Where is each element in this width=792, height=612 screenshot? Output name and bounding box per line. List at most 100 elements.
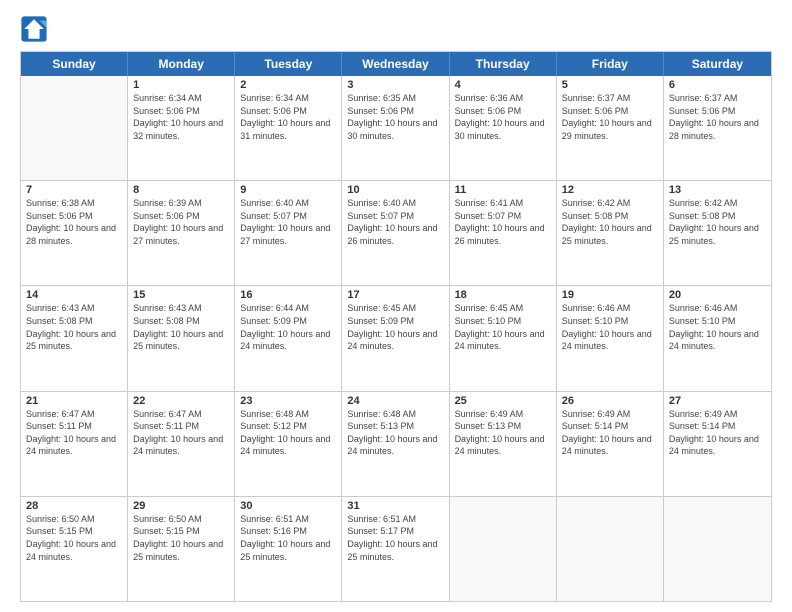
calendar-cell: 23Sunrise: 6:48 AMSunset: 5:12 PMDayligh… bbox=[235, 392, 342, 496]
cell-info: Sunrise: 6:41 AMSunset: 5:07 PMDaylight:… bbox=[455, 197, 551, 247]
calendar-row: 1Sunrise: 6:34 AMSunset: 5:06 PMDaylight… bbox=[21, 76, 771, 181]
cell-info: Sunrise: 6:36 AMSunset: 5:06 PMDaylight:… bbox=[455, 92, 551, 142]
cell-info: Sunrise: 6:42 AMSunset: 5:08 PMDaylight:… bbox=[562, 197, 658, 247]
day-number: 13 bbox=[669, 184, 766, 196]
day-number: 10 bbox=[347, 184, 443, 196]
calendar-cell: 9Sunrise: 6:40 AMSunset: 5:07 PMDaylight… bbox=[235, 181, 342, 285]
cell-info: Sunrise: 6:47 AMSunset: 5:11 PMDaylight:… bbox=[26, 408, 122, 458]
calendar-cell: 13Sunrise: 6:42 AMSunset: 5:08 PMDayligh… bbox=[664, 181, 771, 285]
cell-info: Sunrise: 6:44 AMSunset: 5:09 PMDaylight:… bbox=[240, 302, 336, 352]
cal-header-cell: Friday bbox=[557, 52, 664, 76]
cell-info: Sunrise: 6:45 AMSunset: 5:09 PMDaylight:… bbox=[347, 302, 443, 352]
day-number: 17 bbox=[347, 289, 443, 301]
cell-info: Sunrise: 6:40 AMSunset: 5:07 PMDaylight:… bbox=[347, 197, 443, 247]
day-number: 16 bbox=[240, 289, 336, 301]
cal-header-cell: Sunday bbox=[21, 52, 128, 76]
calendar-cell: 30Sunrise: 6:51 AMSunset: 5:16 PMDayligh… bbox=[235, 497, 342, 601]
cell-info: Sunrise: 6:34 AMSunset: 5:06 PMDaylight:… bbox=[133, 92, 229, 142]
day-number: 2 bbox=[240, 79, 336, 91]
cell-info: Sunrise: 6:39 AMSunset: 5:06 PMDaylight:… bbox=[133, 197, 229, 247]
header bbox=[20, 15, 772, 43]
cell-info: Sunrise: 6:51 AMSunset: 5:16 PMDaylight:… bbox=[240, 513, 336, 563]
cell-info: Sunrise: 6:43 AMSunset: 5:08 PMDaylight:… bbox=[26, 302, 122, 352]
day-number: 4 bbox=[455, 79, 551, 91]
calendar-cell: 15Sunrise: 6:43 AMSunset: 5:08 PMDayligh… bbox=[128, 286, 235, 390]
day-number: 24 bbox=[347, 395, 443, 407]
calendar-cell bbox=[21, 76, 128, 180]
calendar-cell: 31Sunrise: 6:51 AMSunset: 5:17 PMDayligh… bbox=[342, 497, 449, 601]
day-number: 21 bbox=[26, 395, 122, 407]
calendar-cell: 20Sunrise: 6:46 AMSunset: 5:10 PMDayligh… bbox=[664, 286, 771, 390]
calendar-cell: 28Sunrise: 6:50 AMSunset: 5:15 PMDayligh… bbox=[21, 497, 128, 601]
cal-header-cell: Thursday bbox=[450, 52, 557, 76]
day-number: 27 bbox=[669, 395, 766, 407]
cell-info: Sunrise: 6:50 AMSunset: 5:15 PMDaylight:… bbox=[133, 513, 229, 563]
day-number: 8 bbox=[133, 184, 229, 196]
day-number: 12 bbox=[562, 184, 658, 196]
calendar-cell bbox=[557, 497, 664, 601]
cell-info: Sunrise: 6:35 AMSunset: 5:06 PMDaylight:… bbox=[347, 92, 443, 142]
calendar-body: 1Sunrise: 6:34 AMSunset: 5:06 PMDaylight… bbox=[21, 76, 771, 601]
day-number: 28 bbox=[26, 500, 122, 512]
cal-header-cell: Saturday bbox=[664, 52, 771, 76]
cell-info: Sunrise: 6:43 AMSunset: 5:08 PMDaylight:… bbox=[133, 302, 229, 352]
day-number: 11 bbox=[455, 184, 551, 196]
day-number: 9 bbox=[240, 184, 336, 196]
calendar-cell: 4Sunrise: 6:36 AMSunset: 5:06 PMDaylight… bbox=[450, 76, 557, 180]
cell-info: Sunrise: 6:49 AMSunset: 5:13 PMDaylight:… bbox=[455, 408, 551, 458]
cell-info: Sunrise: 6:48 AMSunset: 5:13 PMDaylight:… bbox=[347, 408, 443, 458]
day-number: 3 bbox=[347, 79, 443, 91]
calendar-cell bbox=[450, 497, 557, 601]
calendar-cell: 2Sunrise: 6:34 AMSunset: 5:06 PMDaylight… bbox=[235, 76, 342, 180]
calendar-cell: 17Sunrise: 6:45 AMSunset: 5:09 PMDayligh… bbox=[342, 286, 449, 390]
calendar-cell: 27Sunrise: 6:49 AMSunset: 5:14 PMDayligh… bbox=[664, 392, 771, 496]
cell-info: Sunrise: 6:46 AMSunset: 5:10 PMDaylight:… bbox=[562, 302, 658, 352]
calendar-cell: 14Sunrise: 6:43 AMSunset: 5:08 PMDayligh… bbox=[21, 286, 128, 390]
cal-header-cell: Tuesday bbox=[235, 52, 342, 76]
cell-info: Sunrise: 6:47 AMSunset: 5:11 PMDaylight:… bbox=[133, 408, 229, 458]
day-number: 22 bbox=[133, 395, 229, 407]
calendar-cell: 16Sunrise: 6:44 AMSunset: 5:09 PMDayligh… bbox=[235, 286, 342, 390]
day-number: 26 bbox=[562, 395, 658, 407]
cell-info: Sunrise: 6:49 AMSunset: 5:14 PMDaylight:… bbox=[562, 408, 658, 458]
calendar-cell: 22Sunrise: 6:47 AMSunset: 5:11 PMDayligh… bbox=[128, 392, 235, 496]
cal-header-cell: Monday bbox=[128, 52, 235, 76]
day-number: 19 bbox=[562, 289, 658, 301]
cell-info: Sunrise: 6:34 AMSunset: 5:06 PMDaylight:… bbox=[240, 92, 336, 142]
cell-info: Sunrise: 6:38 AMSunset: 5:06 PMDaylight:… bbox=[26, 197, 122, 247]
calendar-cell: 10Sunrise: 6:40 AMSunset: 5:07 PMDayligh… bbox=[342, 181, 449, 285]
cell-info: Sunrise: 6:51 AMSunset: 5:17 PMDaylight:… bbox=[347, 513, 443, 563]
calendar-cell: 18Sunrise: 6:45 AMSunset: 5:10 PMDayligh… bbox=[450, 286, 557, 390]
day-number: 18 bbox=[455, 289, 551, 301]
calendar-cell bbox=[664, 497, 771, 601]
cell-info: Sunrise: 6:45 AMSunset: 5:10 PMDaylight:… bbox=[455, 302, 551, 352]
day-number: 6 bbox=[669, 79, 766, 91]
calendar-cell: 29Sunrise: 6:50 AMSunset: 5:15 PMDayligh… bbox=[128, 497, 235, 601]
cell-info: Sunrise: 6:48 AMSunset: 5:12 PMDaylight:… bbox=[240, 408, 336, 458]
day-number: 5 bbox=[562, 79, 658, 91]
calendar-cell: 21Sunrise: 6:47 AMSunset: 5:11 PMDayligh… bbox=[21, 392, 128, 496]
calendar-cell: 26Sunrise: 6:49 AMSunset: 5:14 PMDayligh… bbox=[557, 392, 664, 496]
calendar-header-row: SundayMondayTuesdayWednesdayThursdayFrid… bbox=[21, 52, 771, 76]
day-number: 15 bbox=[133, 289, 229, 301]
day-number: 20 bbox=[669, 289, 766, 301]
cell-info: Sunrise: 6:37 AMSunset: 5:06 PMDaylight:… bbox=[562, 92, 658, 142]
day-number: 31 bbox=[347, 500, 443, 512]
calendar-cell: 5Sunrise: 6:37 AMSunset: 5:06 PMDaylight… bbox=[557, 76, 664, 180]
cell-info: Sunrise: 6:37 AMSunset: 5:06 PMDaylight:… bbox=[669, 92, 766, 142]
calendar-cell: 12Sunrise: 6:42 AMSunset: 5:08 PMDayligh… bbox=[557, 181, 664, 285]
cell-info: Sunrise: 6:50 AMSunset: 5:15 PMDaylight:… bbox=[26, 513, 122, 563]
cal-header-cell: Wednesday bbox=[342, 52, 449, 76]
calendar-row: 7Sunrise: 6:38 AMSunset: 5:06 PMDaylight… bbox=[21, 181, 771, 286]
calendar-cell: 1Sunrise: 6:34 AMSunset: 5:06 PMDaylight… bbox=[128, 76, 235, 180]
calendar-cell: 6Sunrise: 6:37 AMSunset: 5:06 PMDaylight… bbox=[664, 76, 771, 180]
cell-info: Sunrise: 6:40 AMSunset: 5:07 PMDaylight:… bbox=[240, 197, 336, 247]
calendar-cell: 3Sunrise: 6:35 AMSunset: 5:06 PMDaylight… bbox=[342, 76, 449, 180]
day-number: 7 bbox=[26, 184, 122, 196]
cell-info: Sunrise: 6:46 AMSunset: 5:10 PMDaylight:… bbox=[669, 302, 766, 352]
day-number: 1 bbox=[133, 79, 229, 91]
calendar-cell: 7Sunrise: 6:38 AMSunset: 5:06 PMDaylight… bbox=[21, 181, 128, 285]
day-number: 29 bbox=[133, 500, 229, 512]
day-number: 30 bbox=[240, 500, 336, 512]
calendar-row: 21Sunrise: 6:47 AMSunset: 5:11 PMDayligh… bbox=[21, 392, 771, 497]
